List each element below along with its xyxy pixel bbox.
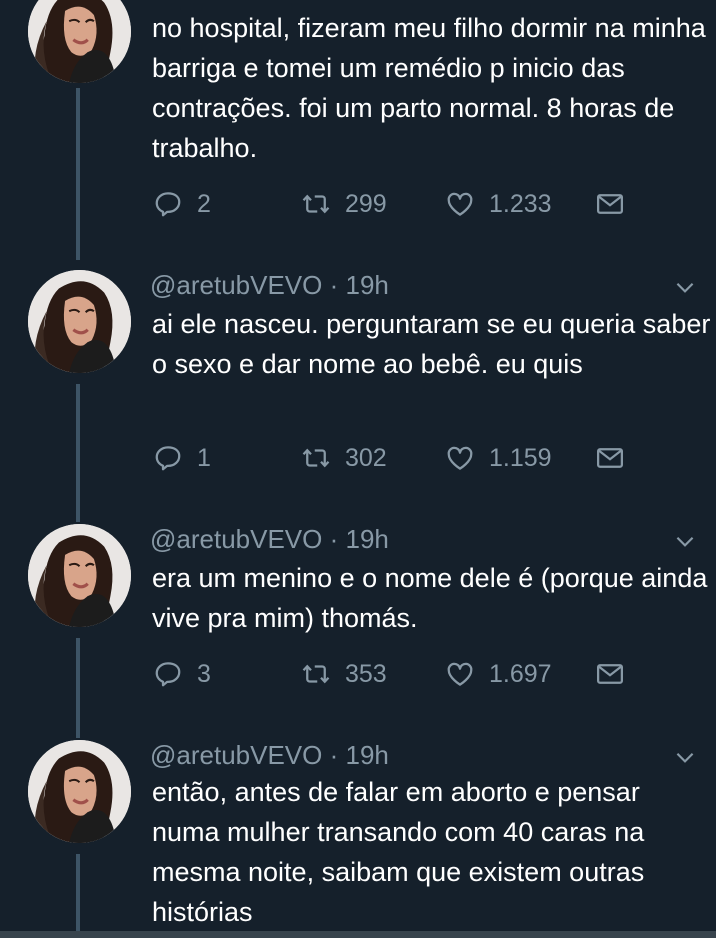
retweet-button[interactable]: 299 — [301, 186, 387, 222]
handle[interactable]: @aretubVEVO — [150, 524, 322, 554]
reply-icon — [153, 659, 183, 689]
handle[interactable]: @aretubVEVO — [150, 270, 322, 300]
tweet-text: era um menino e o nome dele é (porque ai… — [152, 563, 708, 633]
reply-count: 1 — [197, 444, 211, 472]
heart-icon — [445, 443, 475, 473]
bottom-divider — [0, 931, 716, 938]
heart-icon — [445, 659, 475, 689]
tweet-meta: @aretubVEVO · 19h — [150, 740, 389, 771]
tweet-text: no hospital, fizeram meu filho dormir na… — [152, 13, 706, 163]
tweet-actions: 2 299 1.233 — [153, 186, 633, 222]
tweet-actions: 1 302 1.159 — [153, 440, 633, 476]
chevron-down-icon[interactable] — [672, 528, 698, 554]
share-button[interactable] — [595, 186, 625, 222]
avatar[interactable] — [28, 0, 131, 83]
like-button[interactable]: 1.233 — [445, 186, 552, 222]
tweet-meta: @aretubVEVO · 19h — [150, 270, 389, 301]
retweet-count: 302 — [345, 444, 387, 472]
reply-button[interactable]: 3 — [153, 656, 211, 692]
retweet-button[interactable]: 353 — [301, 656, 387, 692]
like-button[interactable]: 1.159 — [445, 440, 552, 476]
like-count: 1.697 — [489, 660, 552, 688]
retweet-icon — [301, 659, 331, 689]
chevron-down-icon[interactable] — [672, 744, 698, 770]
tweet-actions: 3 353 1.697 — [153, 656, 633, 692]
avatar[interactable] — [28, 740, 131, 843]
retweet-count: 353 — [345, 660, 387, 688]
mail-icon — [595, 189, 625, 219]
reply-icon — [153, 189, 183, 219]
like-button[interactable]: 1.697 — [445, 656, 552, 692]
tweet-text: então, antes de falar em aborto e pensar… — [152, 777, 645, 927]
mail-icon — [595, 443, 625, 473]
share-button[interactable] — [595, 440, 625, 476]
retweet-count: 299 — [345, 190, 387, 218]
share-button[interactable] — [595, 656, 625, 692]
avatar[interactable] — [28, 524, 131, 627]
reply-icon — [153, 443, 183, 473]
like-count: 1.233 — [489, 190, 552, 218]
reply-count: 2 — [197, 190, 211, 218]
retweet-button[interactable]: 302 — [301, 440, 387, 476]
thread-line — [76, 638, 80, 738]
tweet-text: ai ele nasceu. perguntaram se eu queria … — [152, 309, 711, 379]
chevron-down-icon[interactable] — [672, 274, 698, 300]
timestamp[interactable]: · 19h — [330, 524, 389, 554]
heart-icon — [445, 189, 475, 219]
like-count: 1.159 — [489, 444, 552, 472]
retweet-icon — [301, 443, 331, 473]
timestamp[interactable]: · 19h — [330, 740, 389, 770]
avatar[interactable] — [28, 270, 131, 373]
reply-button[interactable]: 2 — [153, 186, 211, 222]
timestamp[interactable]: · 19h — [330, 270, 389, 300]
reply-button[interactable]: 1 — [153, 440, 211, 476]
tweet-meta: @aretubVEVO · 19h — [150, 524, 389, 555]
retweet-icon — [301, 189, 331, 219]
handle[interactable]: @aretubVEVO — [150, 740, 322, 770]
thread-line — [76, 384, 80, 522]
thread-line — [76, 88, 80, 260]
reply-count: 3 — [197, 660, 211, 688]
mail-icon — [595, 659, 625, 689]
thread-line — [76, 854, 80, 934]
